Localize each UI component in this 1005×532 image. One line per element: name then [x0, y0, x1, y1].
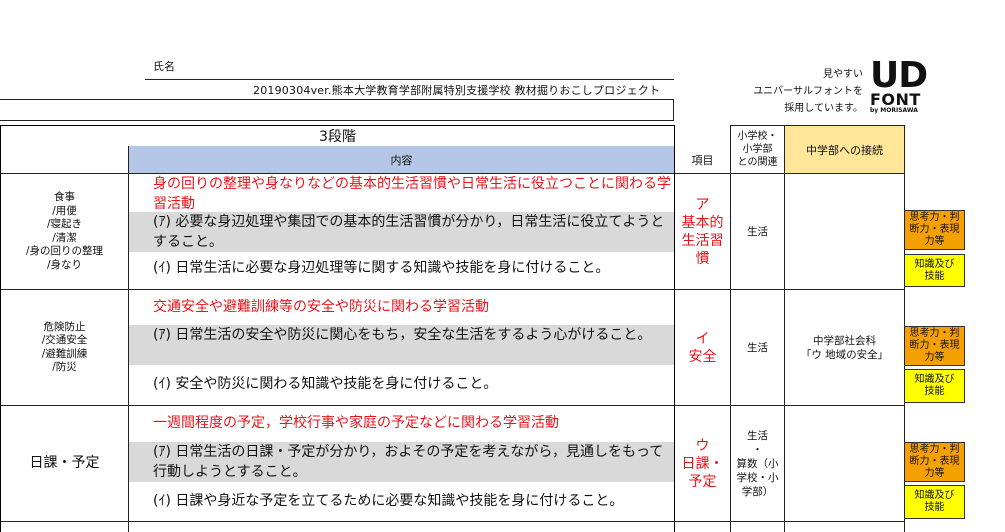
- objective-b: (ｲ) 安全や防災に関わる知識や技能を身に付けること。: [153, 376, 498, 392]
- row-relation: 生活 ・ 算数（小 学校・小 学部）: [736, 429, 779, 498]
- divider: [0, 120, 674, 121]
- row-relation: 生活: [747, 341, 768, 354]
- header-relation: 小学校・ 小学部 との関連: [737, 131, 778, 168]
- tag-thinking: 思考力・判 断力・表現 力等: [904, 442, 965, 482]
- table-border: [0, 125, 674, 126]
- header-item: 項目: [691, 153, 714, 167]
- row-item: ア 基本的 生活習 慣: [681, 196, 724, 267]
- table-border: [784, 125, 785, 532]
- name-label: 氏名: [153, 60, 175, 73]
- objective-b: (ｲ) 日課や身近な予定を立てるために必要な知識や技能を身に付けること。: [153, 493, 624, 509]
- row-relation: 生活: [747, 225, 768, 238]
- stage-title: 3段階: [319, 129, 356, 145]
- table-border: [674, 125, 675, 532]
- row-item: ウ 日課・ 予定: [681, 437, 724, 490]
- objective-a: (ｱ) 必要な身辺処理や集団での基本的生活習慣が分かり，日常生活に役立てようとす…: [129, 212, 674, 252]
- ud-logo-mark: UD: [870, 55, 928, 96]
- divider: [0, 99, 674, 100]
- row-junior-connection: 中学部社会科 「ウ 地域の安全」: [800, 334, 889, 361]
- divider: [673, 99, 674, 121]
- row-category: 食事 /用便 /寝起き /清潔 /身の回りの整理 /身なり: [25, 191, 104, 271]
- row-junior-connection: [785, 406, 904, 521]
- tag-knowledge: 知識及び 技能: [904, 369, 965, 403]
- table-border: [730, 125, 731, 532]
- tag-knowledge: 知識及び 技能: [904, 254, 965, 287]
- row-junior-connection: [785, 174, 904, 289]
- objective-a: (ｱ) 日常生活の日課・予定が分かり，およその予定を考えながら，見通しをもって行…: [129, 442, 674, 482]
- table-border: [128, 146, 129, 532]
- tag-thinking: 思考力・判 断力・表現 力等: [904, 326, 965, 366]
- objective-a: (ｱ) 日常生活の安全や防災に関心をもち，安全な生活をするよう心がけること。: [129, 325, 674, 365]
- table-border: [730, 125, 904, 126]
- ud-font-logo: UD FONT by MORISAWA: [870, 55, 940, 120]
- objective-b: (ｲ) 日常生活に必要な身辺処理等に関する知識や技能を身に付けること。: [153, 260, 610, 276]
- row-title: 身の回りの整理や身なりなどの基本的生活習慣や日常生活に役立つことに関わる学習活動: [153, 176, 671, 212]
- row-title: 交通安全や避難訓練等の安全や防災に関わる学習活動: [153, 299, 489, 315]
- header-content: 内容: [129, 146, 674, 173]
- row-category: 日課・予定: [29, 454, 100, 471]
- row-item: イ 安全: [688, 330, 717, 365]
- table-border: [904, 125, 905, 532]
- row-title: 一週間程度の予定，学校行事や家庭の予定などに関わる学習活動: [153, 415, 559, 431]
- ud-logo-font: FONT: [870, 90, 921, 109]
- table-border: [0, 405, 904, 406]
- table-border: [0, 125, 1, 532]
- table-border: [0, 173, 904, 174]
- table-border: [0, 521, 904, 522]
- row-category: 危険防止 /交通安全 /避難訓練 /防災: [41, 320, 88, 374]
- ud-font-tagline: 見やすい ユニバーサルフォントを 採用しています。: [753, 69, 863, 114]
- name-underline: [145, 79, 674, 80]
- header-junior-connection: 中学部への接続: [785, 126, 904, 173]
- project-title: 20190304ver.熊本大学教育学部附属特別支援学校 教材掘りおこしプロジェ…: [253, 84, 661, 97]
- tag-knowledge: 知識及び 技能: [904, 485, 965, 519]
- table-border: [0, 289, 904, 290]
- tag-thinking: 思考力・判 断力・表現 力等: [904, 210, 965, 250]
- ud-logo-by: by MORISAWA: [870, 107, 918, 114]
